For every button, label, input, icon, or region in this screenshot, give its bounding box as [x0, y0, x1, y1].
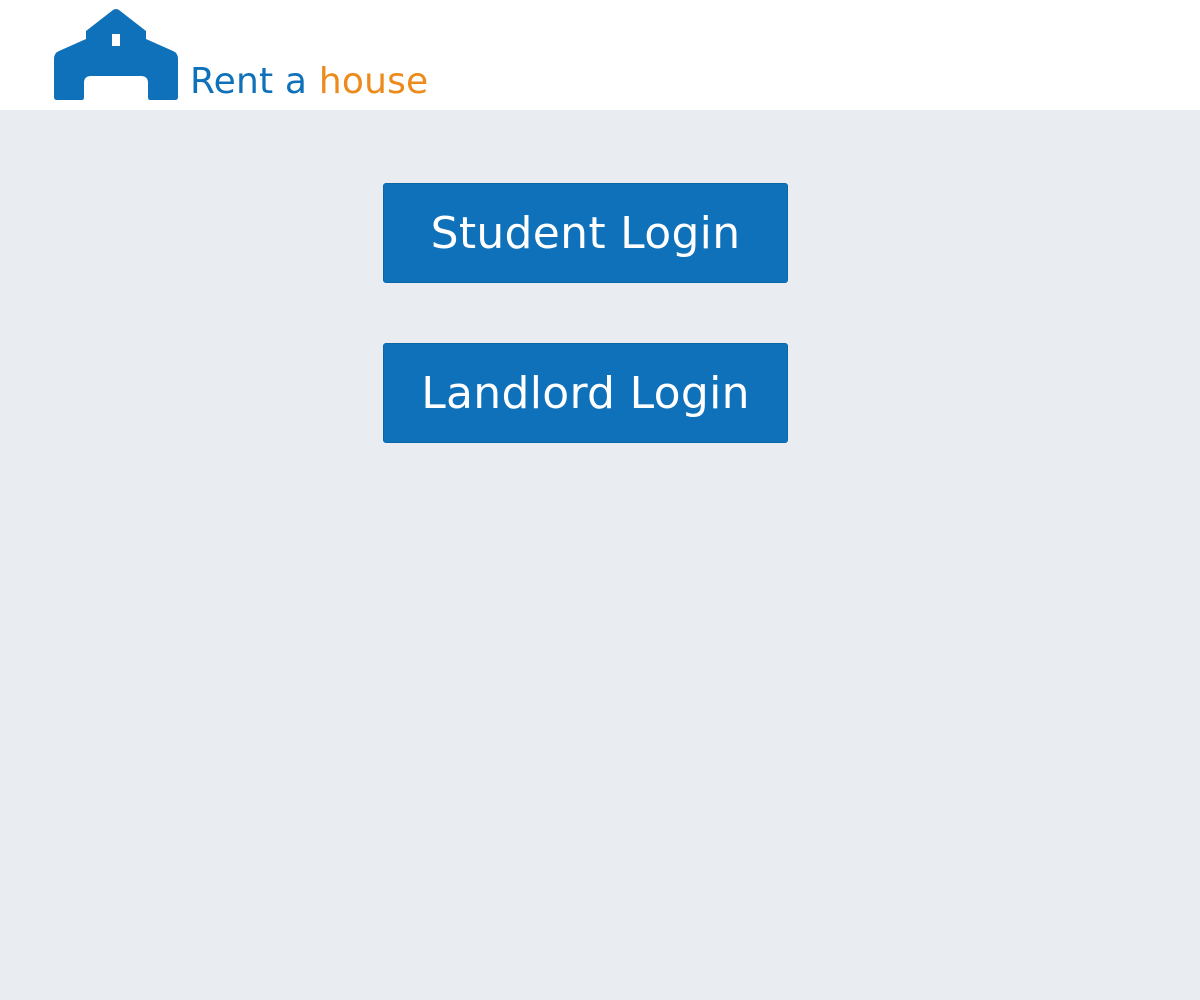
logo-text-rent-a: Rent a — [190, 61, 308, 102]
site-header: Rent a house — [0, 0, 1200, 110]
house-icon — [54, 9, 178, 100]
student-login-button[interactable]: Student Login — [383, 183, 788, 283]
landlord-login-button[interactable]: Landlord Login — [383, 343, 788, 443]
logo-text: Rent a house — [190, 59, 428, 105]
logo-text-house: house — [318, 61, 429, 102]
